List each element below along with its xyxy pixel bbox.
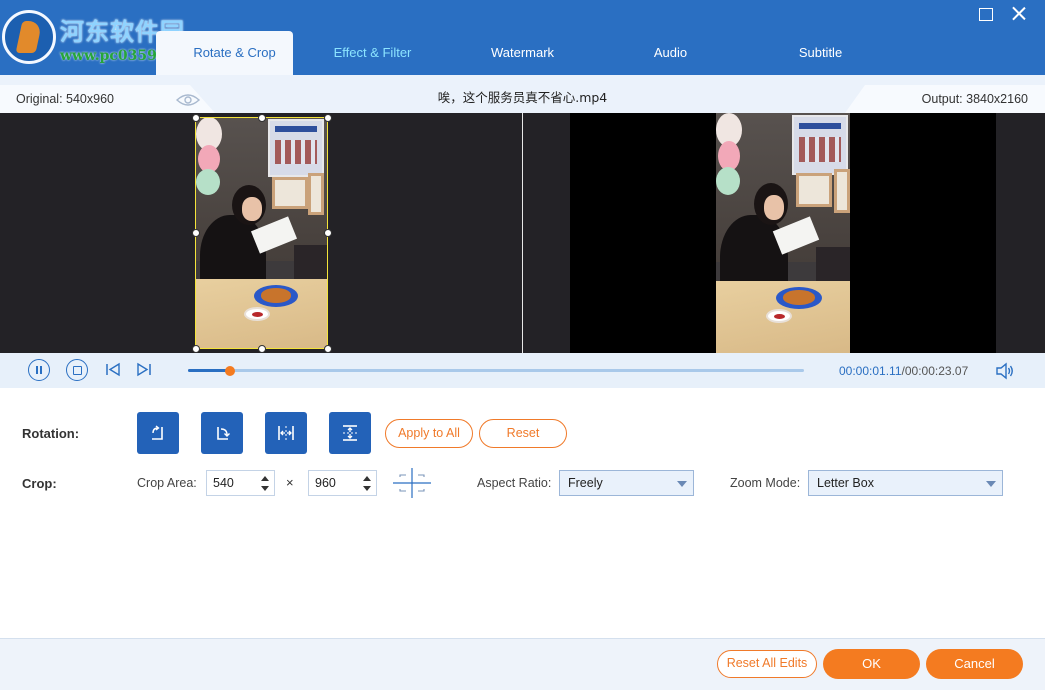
next-frame-icon[interactable] — [133, 359, 155, 381]
pause-icon[interactable] — [28, 359, 50, 381]
flip-horizontal-icon — [278, 426, 294, 440]
crop-handle-top[interactable] — [257, 113, 266, 122]
tab-watermark[interactable]: Watermark — [450, 31, 595, 75]
aspect-ratio-select[interactable]: Freely — [559, 470, 694, 496]
rotate-right-icon — [217, 427, 230, 440]
height-increment-icon[interactable] — [363, 476, 371, 481]
logo-icon — [2, 10, 56, 64]
aspect-ratio-value: Freely — [568, 476, 603, 490]
center-crop-icon[interactable] — [393, 468, 431, 498]
playback-bar: 00:00:01.11/00:00:23.07 — [0, 353, 1045, 388]
crop-handle-right[interactable] — [323, 229, 332, 237]
zoom-mode-label: Zoom Mode: — [730, 476, 801, 490]
crop-label: Crop: — [22, 476, 57, 491]
time-display: 00:00:01.11/00:00:23.07 — [839, 364, 968, 378]
cancel-button[interactable]: Cancel — [926, 649, 1023, 679]
preview-area — [0, 113, 1045, 353]
chevron-down-icon — [677, 481, 687, 487]
crop-area-label: Crop Area: — [137, 476, 197, 490]
flip-horizontal-button[interactable] — [265, 412, 307, 454]
progress-fill — [188, 369, 230, 372]
rotate-left-button[interactable] — [137, 412, 179, 454]
chevron-down-icon — [986, 481, 996, 487]
maximize-icon[interactable] — [975, 4, 995, 24]
total-time: 00:00:23.07 — [904, 364, 969, 378]
output-resolution: Output: 3840x2160 — [921, 92, 1028, 106]
tab-audio[interactable]: Audio — [598, 31, 743, 75]
aspect-ratio-label: Aspect Ratio: — [477, 476, 552, 490]
height-decrement-icon[interactable] — [363, 486, 371, 491]
zoom-mode-value: Letter Box — [817, 476, 874, 490]
volume-icon[interactable] — [995, 362, 1015, 380]
times-symbol: × — [286, 475, 294, 490]
crop-handle-bottom-left[interactable] — [191, 344, 200, 353]
stop-icon[interactable] — [66, 359, 88, 381]
close-icon[interactable] — [1009, 4, 1029, 24]
crop-handle-left[interactable] — [191, 229, 200, 237]
title-bar: 河东软件园 www.pc0359.cn Rotate & Crop Effect… — [0, 0, 1045, 75]
rotation-label: Rotation: — [22, 426, 80, 441]
progress-slider[interactable] — [188, 365, 804, 376]
current-time: 00:00:01.11 — [839, 364, 902, 378]
ok-button[interactable]: OK — [823, 649, 920, 679]
previous-frame-icon[interactable] — [102, 359, 124, 381]
width-increment-icon[interactable] — [261, 476, 269, 481]
rotate-right-button[interactable] — [201, 412, 243, 454]
crop-width-stepper[interactable]: 540 — [206, 470, 275, 496]
crop-handle-top-right[interactable] — [323, 113, 332, 122]
rotate-left-icon — [152, 425, 163, 440]
tab-rotate-crop[interactable]: Rotate & Crop — [156, 31, 293, 75]
crop-box[interactable] — [191, 113, 332, 353]
preview-divider — [522, 113, 523, 353]
flip-vertical-button[interactable] — [329, 412, 371, 454]
tab-subtitle[interactable]: Subtitle — [748, 31, 893, 75]
crop-handle-bottom[interactable] — [257, 344, 266, 353]
crop-width-value: 540 — [213, 476, 234, 490]
apply-to-all-button[interactable]: Apply to All — [385, 419, 473, 448]
tab-effect-filter[interactable]: Effect & Filter — [300, 31, 445, 75]
width-decrement-icon[interactable] — [261, 486, 269, 491]
flip-vertical-icon — [343, 425, 357, 441]
edit-panel: Rotation: Apply to All Reset Crop: Crop … — [0, 388, 1045, 638]
output-video-frame — [716, 113, 850, 353]
info-bar: Original: 540x960 唉，这个服务员真不省心.mp4 Output… — [0, 75, 1045, 113]
zoom-mode-select[interactable]: Letter Box — [808, 470, 1003, 496]
crop-handle-top-left[interactable] — [191, 113, 200, 122]
reset-button[interactable]: Reset — [479, 419, 567, 448]
footer-bar: Reset All Edits OK Cancel — [0, 638, 1045, 690]
crop-height-value: 960 — [315, 476, 336, 490]
progress-knob[interactable] — [224, 365, 235, 376]
crop-handle-bottom-right[interactable] — [323, 344, 332, 353]
reset-all-edits-button[interactable]: Reset All Edits — [717, 650, 817, 678]
crop-height-stepper[interactable]: 960 — [308, 470, 377, 496]
file-name: 唉，这个服务员真不省心.mp4 — [437, 90, 608, 105]
